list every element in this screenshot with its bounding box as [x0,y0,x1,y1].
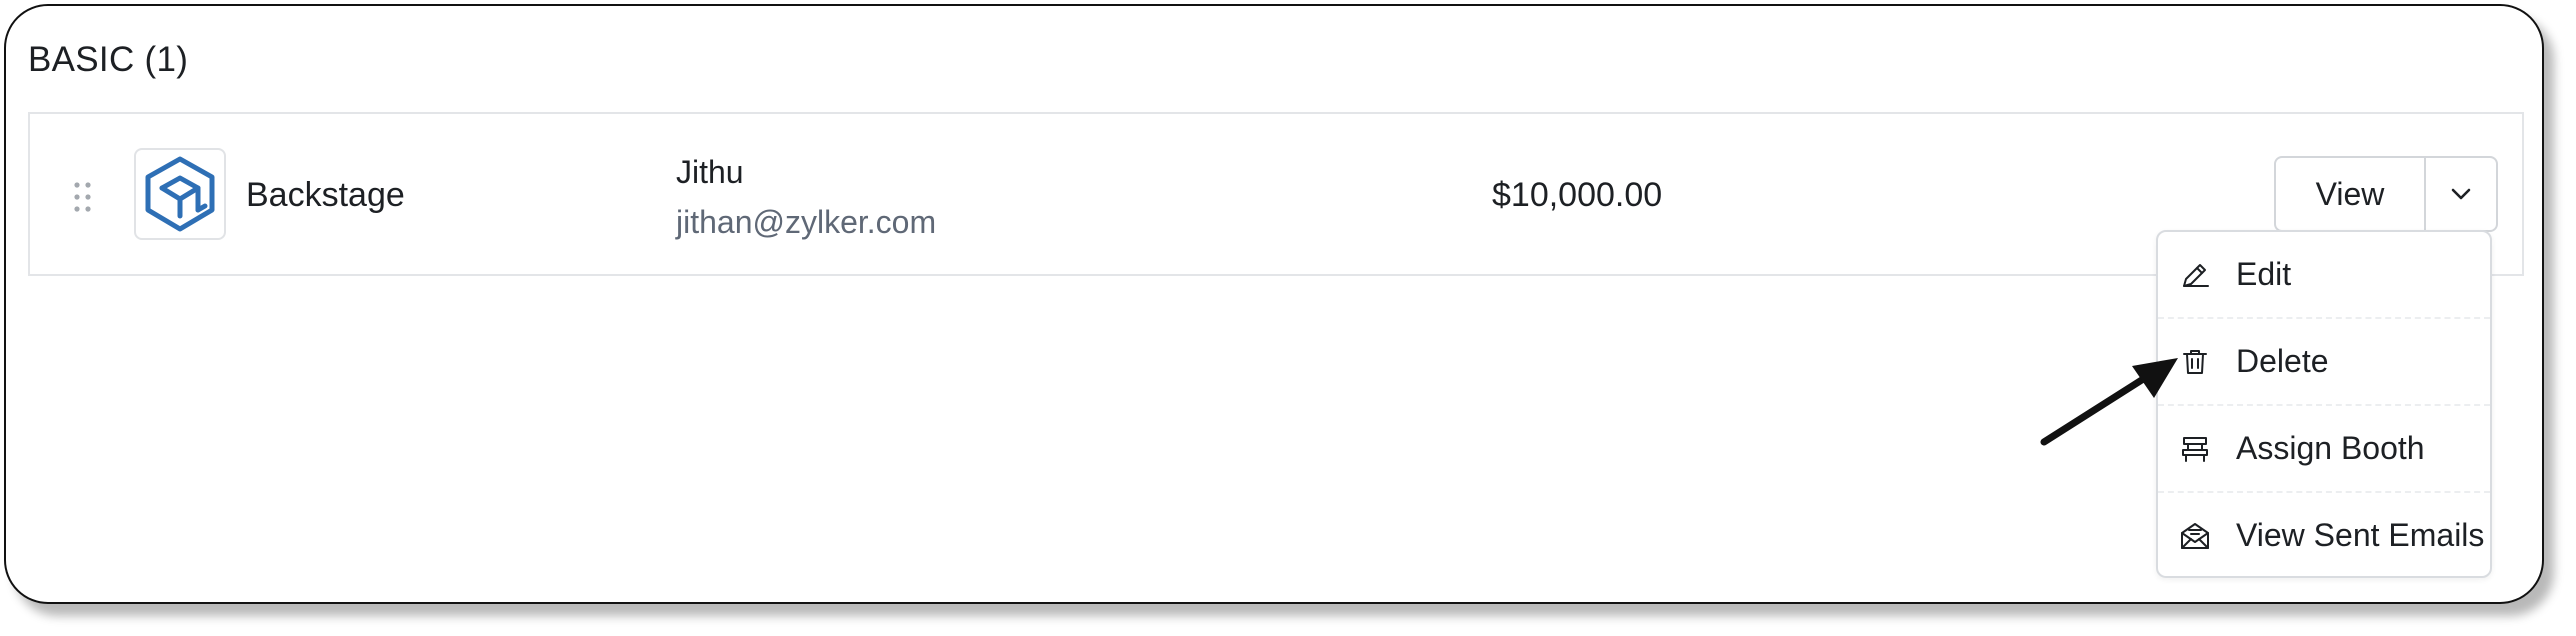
contact-name: Jithu [676,154,744,190]
pencil-icon [2178,258,2212,292]
drag-handle-icon[interactable] [74,182,92,212]
menu-item-label: Assign Booth [2236,430,2425,466]
sponsorship-amount: $10,000.00 [1492,176,1663,214]
section-title: BASIC (1) [28,40,189,79]
envelope-open-icon [2178,519,2212,553]
cube-logo-icon [145,156,215,232]
row-action-group: View [2274,156,2498,232]
pointer-arrow-annotation [2040,358,2178,446]
chevron-down-icon [2451,188,2471,200]
menu-item-edit[interactable]: Edit [2158,232,2490,319]
sponsor-name[interactable]: Backstage [246,176,405,215]
menu-item-view-sent-emails[interactable]: View Sent Emails [2158,493,2490,578]
panel-card: BASIC (1) Backstage Jithu jithan@zylker.… [4,4,2544,604]
view-button[interactable]: View [2276,158,2426,230]
sponsor-logo [134,148,226,240]
menu-item-assign-booth[interactable]: Assign Booth [2158,406,2490,493]
menu-item-label: View Sent Emails [2236,517,2485,553]
menu-item-label: Delete [2236,343,2329,379]
more-actions-button[interactable] [2426,158,2496,230]
actions-dropdown-menu: Edit Delete Assign Booth View Sent Email… [2156,230,2492,578]
menu-item-label: Edit [2236,256,2292,292]
table-row[interactable]: Backstage Jithu jithan@zylker.com $10,00… [28,112,2524,276]
contact-email: jithan@zylker.com [676,204,937,240]
menu-item-delete[interactable]: Delete [2158,319,2490,406]
